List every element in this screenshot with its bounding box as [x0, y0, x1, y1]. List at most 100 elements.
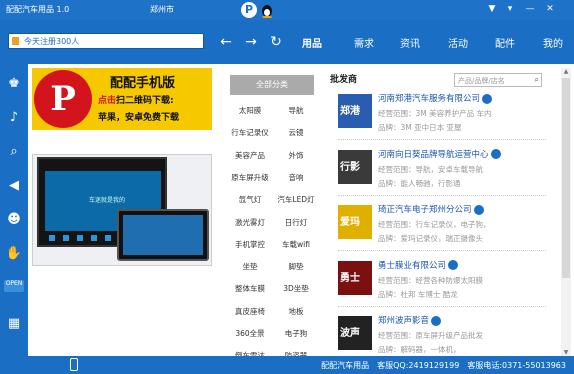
- supplier-brand: 品牌：解码器，一体机，: [378, 345, 461, 354]
- qq-chat-icon[interactable]: [448, 260, 459, 270]
- search-icon[interactable]: ⌕: [4, 142, 24, 162]
- qq-penguin-icon[interactable]: [259, 2, 275, 18]
- status-bar: 配配汽车用品 客服QQ:2419129199 客服电话:0371-55013963: [0, 356, 574, 374]
- category-item[interactable]: 美容产品: [227, 150, 273, 161]
- category-panel: 全部分类 太阳膜 导航 行车记录仪 云镜美容产品 外饰 原车屏升级 音响 氙气灯 汽车LED灯激…: [227, 68, 319, 360]
- category-item[interactable]: 音响: [273, 172, 319, 183]
- qq-chat-icon[interactable]: [490, 149, 501, 159]
- category-item[interactable]: 导航: [273, 105, 319, 116]
- notice-search-box[interactable]: 今天注册300人: [8, 33, 204, 49]
- supplier-row[interactable]: 爱玛 琦正汽车电子郑州分公司 经营范围：行车记录仪，电子狗， 品牌：爱玛记录仪，瑞正摄…: [338, 201, 546, 251]
- supplier-brand: 品牌：能人畅驰，行影通: [378, 178, 461, 188]
- app-download-banner[interactable]: P 配配手机版 点击扫二维码下载: 苹果，安卓免费下载: [32, 68, 212, 130]
- app-title: 配配汽车用品 1.0: [6, 5, 70, 14]
- qq-chat-icon[interactable]: [431, 315, 442, 326]
- category-item[interactable]: 氙气灯: [227, 194, 273, 205]
- refresh-button[interactable]: ↻: [267, 34, 285, 50]
- user-icon[interactable]: ♚: [4, 74, 24, 94]
- title-bar: 配配汽车用品 1.0 郑州市 P ▼ ▾ — ✕: [0, 0, 574, 20]
- bell-icon[interactable]: ♪: [4, 108, 24, 128]
- people-icon[interactable]: ☻: [4, 210, 24, 230]
- supplier-row[interactable]: 行影 河南向日葵品牌导航运营中心 经营范围：导航，安卓车载导航 品牌：能人畅驰，行影通: [338, 146, 546, 196]
- supplier-name[interactable]: 琦正汽车电子郑州分公司: [378, 203, 484, 215]
- supplier-logo[interactable]: 波声: [338, 316, 372, 350]
- category-item[interactable]: 行车记录仪: [227, 127, 273, 138]
- notice-icon: [12, 37, 19, 45]
- notice-text: 今天注册300人: [24, 37, 80, 46]
- supplier-search-input[interactable]: 产品/品牌/店名 ⌕: [454, 73, 542, 87]
- tab-products[interactable]: 用品: [302, 35, 322, 50]
- back-button[interactable]: ←: [217, 34, 235, 50]
- category-item[interactable]: 3D坐垫: [273, 283, 319, 294]
- category-item[interactable]: 激光雾灯: [227, 217, 273, 228]
- supplier-scope: 经营范围：原车屏升级产品批发: [378, 331, 483, 340]
- qq-chat-icon[interactable]: [482, 93, 493, 104]
- supplier-row[interactable]: 郑港 河南郑港汽车服务有限公司 经营范围：3M 美容养护产品 车内 品牌：3M 亚中日…: [338, 90, 546, 140]
- category-item[interactable]: 地板: [273, 306, 319, 317]
- supplier-logo[interactable]: 勇士: [338, 260, 372, 295]
- handshake-icon[interactable]: ✋: [4, 244, 24, 264]
- category-item[interactable]: 原车屏升级: [227, 172, 273, 183]
- tab-parts[interactable]: 配件: [495, 35, 515, 50]
- category-item[interactable]: 日行灯: [273, 217, 319, 228]
- supplier-brand: 品牌：3M 亚中日本 亚屋: [378, 123, 462, 132]
- supplier-row[interactable]: 波声 郑州波声影音经营范围：原车屏升级产品批发 品牌：解码器，一体机，: [338, 312, 546, 362]
- supplier-row[interactable]: 勇士 勇士膜业有限公司经营范围：经营各种防爆太阳膜 品牌：杜邦 车博士 酷龙: [338, 257, 546, 307]
- banner-logo: P: [34, 70, 92, 128]
- category-item[interactable]: 车载wifi: [273, 239, 319, 250]
- minimize-button[interactable]: —: [524, 3, 536, 15]
- supplier-name[interactable]: 郑州波声影音: [378, 314, 442, 326]
- left-icon-rail: ♚ ♪ ⌕ ◀ ☻ OPEN ✋ ▦: [0, 64, 28, 356]
- supplier-name[interactable]: 河南郑港汽车服务有限公司: [378, 92, 493, 104]
- banner-title: 配配手机版: [110, 76, 176, 91]
- supplier-logo[interactable]: 爱玛: [338, 205, 372, 239]
- grid-icon[interactable]: ▦: [4, 314, 24, 334]
- tab-demand[interactable]: 需求: [354, 35, 374, 50]
- open-badge[interactable]: OPEN: [4, 280, 24, 292]
- tab-news[interactable]: 资讯: [400, 35, 420, 50]
- app-window: 配配汽车用品 1.0 郑州市 P ▼ ▾ — ✕ 今天注册300人 ← → ↻ …: [0, 0, 574, 374]
- all-categories-button[interactable]: 全部分类: [230, 75, 314, 95]
- nav-bar: 今天注册300人 ← → ↻ 用品 需求 资讯 活动 配件 我的: [0, 20, 574, 64]
- supplier-brand: 品牌：杜邦 车博士 酷龙: [378, 289, 458, 299]
- forward-button[interactable]: →: [242, 34, 260, 50]
- scrollbar[interactable]: ▲ ▼: [561, 68, 571, 356]
- row-divider: [338, 305, 546, 307]
- category-item[interactable]: 坐垫: [227, 261, 273, 272]
- city-label[interactable]: 郑州市: [150, 4, 174, 15]
- supplier-logo[interactable]: 郑港: [338, 94, 372, 128]
- row-divider: [338, 194, 546, 196]
- skin-button[interactable]: ▼: [486, 3, 498, 15]
- category-item[interactable]: 手机掌控: [227, 239, 273, 250]
- product-photo[interactable]: 车迷就是我的: [32, 154, 212, 266]
- tab-activities[interactable]: 活动: [448, 35, 468, 50]
- mobile-icon[interactable]: [70, 358, 78, 371]
- qq-chat-icon[interactable]: [473, 204, 484, 215]
- category-item[interactable]: 电子狗: [273, 328, 319, 339]
- supplier-name[interactable]: 勇士膜业有限公司: [378, 259, 459, 271]
- speaker-icon[interactable]: ◀: [4, 176, 24, 196]
- supplier-name[interactable]: 河南向日葵品牌导航运营中心: [378, 148, 501, 160]
- category-item[interactable]: 汽车LED灯: [273, 194, 319, 205]
- magnifier-icon[interactable]: ⌕: [535, 75, 539, 85]
- supplier-scope: 经营范围：经营各种防爆太阳膜: [378, 275, 483, 285]
- category-item[interactable]: 真皮座椅: [227, 306, 273, 317]
- wholesaler-heading: 批发商: [330, 75, 358, 85]
- category-item[interactable]: 太阳膜: [227, 105, 273, 116]
- supplier-search-placeholder: 产品/品牌/店名: [458, 77, 505, 85]
- category-item[interactable]: 360全景: [227, 328, 273, 339]
- category-item[interactable]: 整体车膜: [227, 283, 273, 294]
- scroll-up-icon[interactable]: ▲: [562, 68, 570, 75]
- row-divider: [338, 139, 546, 140]
- category-item[interactable]: 云镜: [273, 127, 319, 138]
- supplier-logo[interactable]: 行影: [338, 149, 372, 184]
- contact-info: 配配汽车用品 客服QQ:2419129199 客服电话:0371-55013963: [321, 361, 566, 370]
- tab-mine[interactable]: 我的: [543, 35, 563, 50]
- tablet-image: [117, 209, 209, 261]
- menu-button[interactable]: ▾: [504, 3, 516, 15]
- close-button[interactable]: ✕: [544, 3, 556, 15]
- category-item[interactable]: 脚垫: [273, 261, 319, 272]
- category-item[interactable]: 外饰: [273, 150, 319, 161]
- scroll-down-icon[interactable]: ▼: [562, 349, 570, 356]
- scroll-thumb[interactable]: [562, 78, 570, 278]
